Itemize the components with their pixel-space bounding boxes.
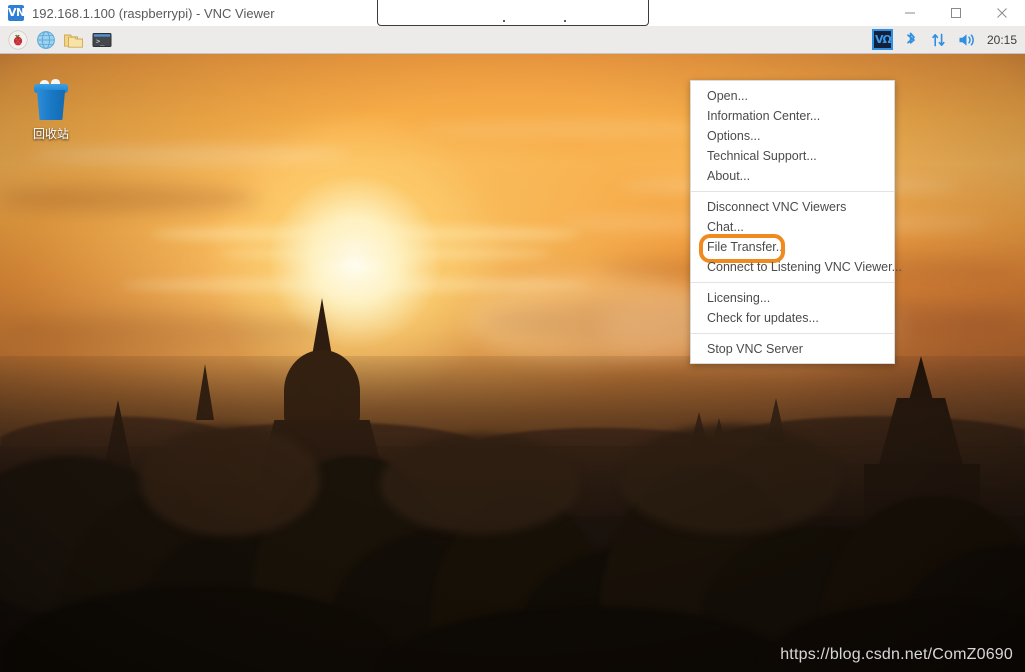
menu-separator xyxy=(691,191,894,192)
recycle-bin-icon xyxy=(31,79,71,122)
menu-separator xyxy=(691,282,894,283)
vnc-server-tray-icon[interactable]: VΩ xyxy=(869,27,897,53)
minimize-button[interactable] xyxy=(887,0,933,26)
folder-icon xyxy=(64,34,83,48)
network-updown-icon xyxy=(932,33,945,46)
taskbar-tray: VΩ 20:15 xyxy=(869,27,1025,53)
menu-item-file-transfer[interactable]: File Transfer... xyxy=(691,234,894,263)
close-icon xyxy=(997,8,1007,18)
minimize-icon xyxy=(905,12,915,14)
menu-group: Disconnect VNC Viewers Chat... File Tran… xyxy=(691,197,902,277)
web-browser-button[interactable] xyxy=(32,27,60,53)
vnc-server-context-menu: Open... Information Center... Options...… xyxy=(690,80,902,364)
terminal-button[interactable]: >_ xyxy=(88,27,116,53)
menu-group: Stop VNC Server xyxy=(691,339,894,359)
menu-item-about[interactable]: About... xyxy=(691,166,894,186)
menu-item-open[interactable]: Open... xyxy=(691,86,894,106)
bluetooth-icon xyxy=(907,32,915,44)
close-button[interactable] xyxy=(979,0,1025,26)
menu-group: Open... Information Center... Options...… xyxy=(691,86,894,186)
raspberry-pi-icon xyxy=(8,30,28,49)
menu-item-information-center[interactable]: Information Center... xyxy=(691,106,894,126)
menu-item-check-for-updates[interactable]: Check for updates... xyxy=(691,308,894,328)
menu-separator xyxy=(691,333,894,334)
volume-tray-icon[interactable] xyxy=(953,27,981,53)
terminal-icon: >_ xyxy=(92,32,112,47)
vnc-toolbar-tab[interactable] xyxy=(377,0,649,26)
menu-item-stop-vnc-server[interactable]: Stop VNC Server xyxy=(691,339,894,359)
menu-item-options[interactable]: Options... xyxy=(691,126,894,146)
menu-item-chat[interactable]: Chat... xyxy=(691,217,894,237)
maximize-icon xyxy=(951,8,961,18)
menu-item-licensing[interactable]: Licensing... xyxy=(691,288,894,308)
menu-item-connect-to-listening-vnc-viewer[interactable]: Connect to Listening VNC Viewer... xyxy=(691,257,902,277)
desktop-icon-recycle-bin[interactable]: 回收站 xyxy=(22,79,80,142)
desktop-icon-label: 回收站 xyxy=(32,127,69,141)
toolbar-tab-dot xyxy=(503,20,505,22)
vnc-app-icon: VNC xyxy=(8,5,33,21)
toolbar-tab-dot xyxy=(564,20,566,22)
bluetooth-tray-icon[interactable] xyxy=(897,27,925,53)
file-manager-button[interactable] xyxy=(60,27,88,53)
taskbar-clock: 20:15 xyxy=(986,32,1017,47)
globe-icon xyxy=(37,30,55,49)
svg-text:>_: >_ xyxy=(96,37,105,45)
maximize-button[interactable] xyxy=(933,0,979,26)
remote-taskbar: >_ VΩ 20:15 xyxy=(0,26,1025,54)
network-tray-icon[interactable] xyxy=(925,27,953,53)
taskbar-launchers: >_ xyxy=(0,27,116,53)
vnc-app-icon-label: VNC xyxy=(8,6,33,19)
blog-watermark: https://blog.csdn.net/ComZ0690 xyxy=(780,646,1013,663)
raspberry-pi-menu-button[interactable] xyxy=(4,27,32,53)
menu-group: Licensing... Check for updates... xyxy=(691,288,894,328)
menu-item-technical-support[interactable]: Technical Support... xyxy=(691,146,894,166)
remote-desktop-viewport[interactable]: >_ VΩ 20:15 回收站 https://blog.csdn.net/Co… xyxy=(0,26,1025,672)
menu-item-disconnect-vnc-viewers[interactable]: Disconnect VNC Viewers xyxy=(691,197,894,217)
vnc-viewer-window: VNC 192.168.1.100 (raspberrypi) - VNC Vi… xyxy=(0,0,1025,672)
window-title: 192.168.1.100 (raspberrypi) - VNC Viewer xyxy=(32,5,275,21)
speaker-icon xyxy=(959,33,974,46)
